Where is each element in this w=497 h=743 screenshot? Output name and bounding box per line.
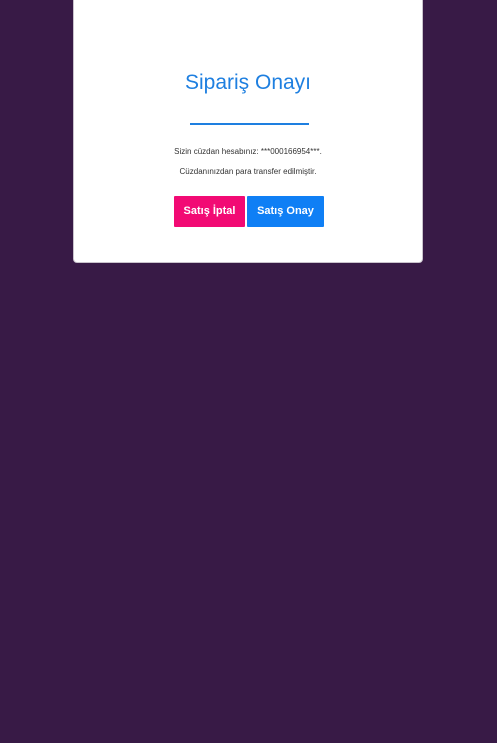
transfer-status-text: Cüzdanınızdan para transfer edilmiştir.: [179, 167, 317, 176]
wallet-account-text: Sizin cüzdan hesabınız: ***000166954***.: [174, 147, 322, 156]
cancel-sale-button[interactable]: Satış İptal: [174, 196, 245, 227]
order-confirmation-dialog: Sipariş Onayı Sizin cüzdan hesabınız: **…: [73, 0, 423, 263]
title-divider: [190, 123, 309, 125]
dialog-title: Sipariş Onayı: [184, 71, 312, 94]
confirm-sale-button[interactable]: Satış Onay: [247, 196, 324, 227]
